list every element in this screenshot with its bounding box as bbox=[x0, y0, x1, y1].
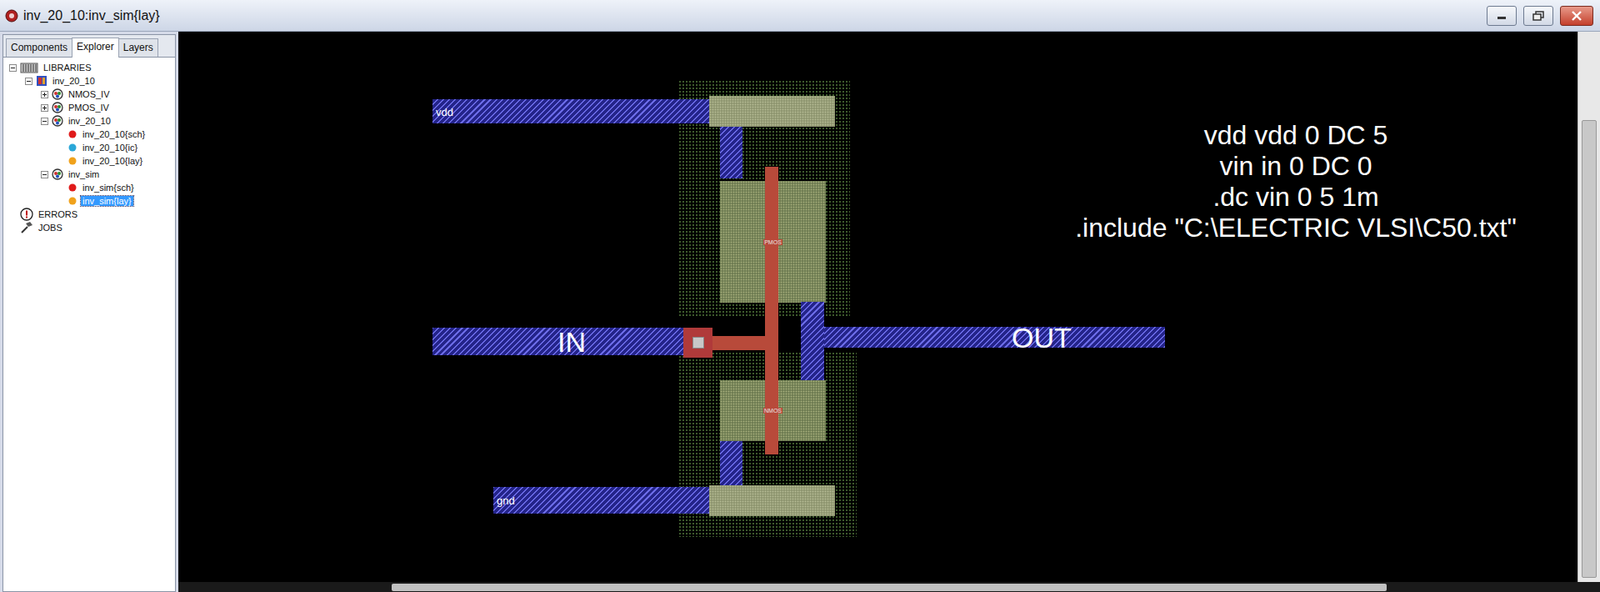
tree-item[interactable]: ERRORS bbox=[3, 207, 175, 221]
view-dot-icon bbox=[67, 142, 78, 153]
input-wire[interactable]: IN bbox=[432, 327, 684, 355]
panel-tabs: ComponentsExplorerLayers bbox=[3, 35, 175, 58]
expander-icon[interactable] bbox=[40, 117, 49, 125]
poly-input[interactable] bbox=[710, 335, 766, 350]
library-tree: LIBRARIESinv_20_10NMOS_IVPMOS_IVinv_20_1… bbox=[3, 57, 175, 235]
tree-item[interactable]: NMOS_IV bbox=[3, 87, 175, 101]
cell-icon bbox=[51, 168, 64, 180]
tree-item[interactable]: inv_sim{sch} bbox=[3, 180, 175, 195]
tree-item[interactable]: JOBS bbox=[3, 220, 175, 235]
input-contact[interactable] bbox=[683, 327, 713, 358]
view-dot-icon bbox=[67, 182, 78, 193]
libraries-icon bbox=[20, 61, 39, 74]
tree-item[interactable]: inv_20_10 bbox=[3, 114, 175, 128]
tree-item[interactable]: inv_20_10{ic} bbox=[3, 140, 175, 155]
gnd-metal[interactable] bbox=[720, 440, 743, 485]
cell-icon bbox=[51, 88, 64, 100]
layout-canvas[interactable]: vddPMOSNMOSINOUTgndvdd vdd 0 DC 5vin in … bbox=[178, 31, 1578, 582]
window-title: inv_20_10:inv_sim{lay} bbox=[23, 8, 160, 24]
view-dot-icon bbox=[67, 195, 78, 206]
vdd-metal[interactable] bbox=[720, 126, 743, 179]
spice-line: vin in 0 DC 0 bbox=[1020, 150, 1571, 182]
vertical-scroll-thumb[interactable] bbox=[1581, 120, 1597, 579]
tree-item[interactable]: inv_20_10{sch} bbox=[3, 127, 175, 141]
tree-item[interactable]: PMOS_IV bbox=[3, 100, 175, 115]
title-bar: inv_20_10:inv_sim{lay} bbox=[0, 0, 1600, 32]
expander-icon[interactable] bbox=[40, 104, 49, 112]
vdd-contact[interactable] bbox=[709, 95, 835, 127]
gnd-contact[interactable] bbox=[709, 485, 835, 516]
jobs-icon bbox=[20, 220, 34, 235]
vdd-wire[interactable]: vdd bbox=[432, 99, 710, 124]
view-dot-icon bbox=[67, 155, 78, 166]
minimize-button[interactable] bbox=[1486, 5, 1517, 26]
vertical-scrollbar[interactable] bbox=[1577, 31, 1600, 582]
spice-line: .include "C:\ELECTRIC VLSI\C50.txt" bbox=[1020, 212, 1571, 244]
horizontal-scrollbar[interactable] bbox=[178, 581, 1600, 592]
expander-icon[interactable] bbox=[9, 64, 17, 72]
maximize-button[interactable] bbox=[1523, 5, 1554, 26]
output-wire[interactable]: OUT bbox=[824, 326, 1165, 348]
view-dot-icon bbox=[67, 129, 78, 140]
spice-line: vdd vdd 0 DC 5 bbox=[1020, 120, 1571, 151]
spice-code[interactable]: vdd vdd 0 DC 5vin in 0 DC 0.dc vin 0 5 1… bbox=[1020, 120, 1571, 244]
explorer-panel: ComponentsExplorerLayersLIBRARIESinv_20_… bbox=[2, 34, 176, 592]
tree-item[interactable]: inv_sim{lay} bbox=[3, 194, 175, 208]
tree-item[interactable]: LIBRARIES bbox=[3, 60, 175, 75]
spice-line: .dc vin 0 5 1m bbox=[1020, 181, 1571, 213]
expander-icon[interactable] bbox=[40, 170, 49, 179]
panel-tab[interactable]: Components bbox=[5, 38, 73, 57]
restore-icon bbox=[1532, 10, 1545, 21]
tree-item[interactable]: inv_sim bbox=[3, 167, 175, 181]
tree-item[interactable]: inv_20_10{lay} bbox=[3, 154, 175, 168]
editor-window: inv_20_10:inv_sim{lay} ComponentsExplorer… bbox=[0, 0, 1600, 592]
expander-icon[interactable] bbox=[40, 90, 49, 99]
output-metal[interactable] bbox=[800, 301, 825, 380]
electric-app-icon bbox=[5, 9, 19, 23]
minimize-icon bbox=[1495, 11, 1508, 20]
close-icon bbox=[1570, 10, 1583, 21]
gnd-wire[interactable]: gnd bbox=[493, 486, 710, 514]
close-button[interactable] bbox=[1560, 5, 1594, 26]
expander-icon[interactable] bbox=[25, 77, 33, 85]
cell-icon bbox=[51, 101, 64, 114]
panel-tab[interactable]: Layers bbox=[118, 38, 159, 57]
cell-icon bbox=[51, 115, 64, 127]
errors-icon bbox=[20, 207, 34, 221]
panel-tab[interactable]: Explorer bbox=[71, 37, 120, 58]
library-icon bbox=[35, 75, 48, 87]
tree-item[interactable]: inv_20_10 bbox=[3, 74, 175, 88]
horizontal-scroll-thumb[interactable] bbox=[391, 583, 1387, 591]
